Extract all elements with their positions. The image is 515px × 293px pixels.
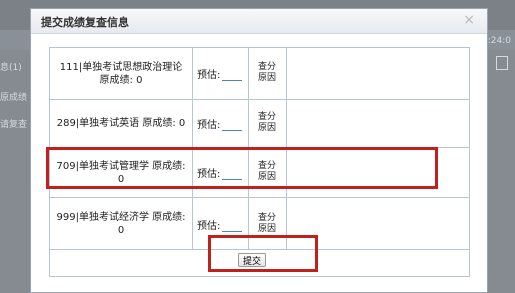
reason-label: 查分原因 [258, 112, 277, 133]
reason-label-cell: 查分原因 [249, 148, 287, 197]
estimate-input[interactable] [222, 120, 242, 131]
reason-input-cell[interactable] [287, 48, 469, 99]
reason-label: 查分原因 [258, 62, 277, 83]
course-cell: 111|单独考试思想政治理论 原成绩: 0 [50, 48, 193, 99]
background-page-icon [496, 56, 508, 70]
reason-label: 查分原因 [258, 213, 277, 234]
table-row: 709|单独考试管理学 原成绩: 0 预估: 查分原因 [50, 148, 469, 198]
reason-label-cell: 查分原因 [249, 198, 287, 249]
course-cell: 289|单独考试英语 原成绩: 0 [50, 100, 193, 147]
reason-input-cell[interactable] [287, 198, 469, 249]
submit-row: 提交 [50, 250, 469, 276]
reason-input-cell[interactable] [287, 100, 469, 147]
score-review-dialog: 提交成绩复查信息 × 111|单独考试思想政治理论 原成绩: 0 预估: 查分原… [30, 8, 488, 293]
dialog-header: 提交成绩复查信息 × [31, 9, 487, 34]
reason-input-cell[interactable] [287, 148, 469, 197]
estimate-label: 预估: [197, 221, 221, 232]
estimate-input[interactable] [222, 169, 242, 180]
score-review-table: 111|单独考试思想政治理论 原成绩: 0 预估: 查分原因 289|单独考试英… [49, 47, 470, 277]
estimate-cell: 预估: [193, 48, 249, 99]
reason-label-cell: 查分原因 [249, 48, 287, 99]
submit-button[interactable]: 提交 [238, 253, 266, 267]
background-tab-messages: 息(1) [0, 63, 22, 73]
estimate-label: 预估: [197, 120, 221, 131]
estimate-cell: 预估: [193, 100, 249, 147]
estimate-cell: 预估: [193, 148, 249, 197]
estimate-cell: 预估: [193, 198, 249, 249]
dialog-title: 提交成绩复查信息 [41, 16, 129, 29]
reason-label: 查分原因 [258, 161, 277, 182]
course-cell: 999|单独考试经济学 原成绩: 0 [50, 198, 193, 249]
estimate-input[interactable] [222, 221, 242, 232]
table-row: 999|单独考试经济学 原成绩: 0 预估: 查分原因 [50, 198, 469, 250]
background-tab-review: 请复查 [0, 120, 28, 130]
estimate-label: 预估: [197, 169, 221, 180]
table-row: 289|单独考试英语 原成绩: 0 预估: 查分原因 [50, 100, 469, 148]
table-row: 111|单独考试思想政治理论 原成绩: 0 预估: 查分原因 [50, 48, 469, 100]
estimate-input[interactable] [222, 70, 242, 81]
close-icon[interactable]: × [463, 12, 475, 28]
background-tab-scores: 原成绩 [0, 93, 28, 103]
estimate-label: 预估: [197, 70, 221, 81]
course-cell: 709|单独考试管理学 原成绩: 0 [50, 148, 193, 197]
reason-label-cell: 查分原因 [249, 100, 287, 147]
